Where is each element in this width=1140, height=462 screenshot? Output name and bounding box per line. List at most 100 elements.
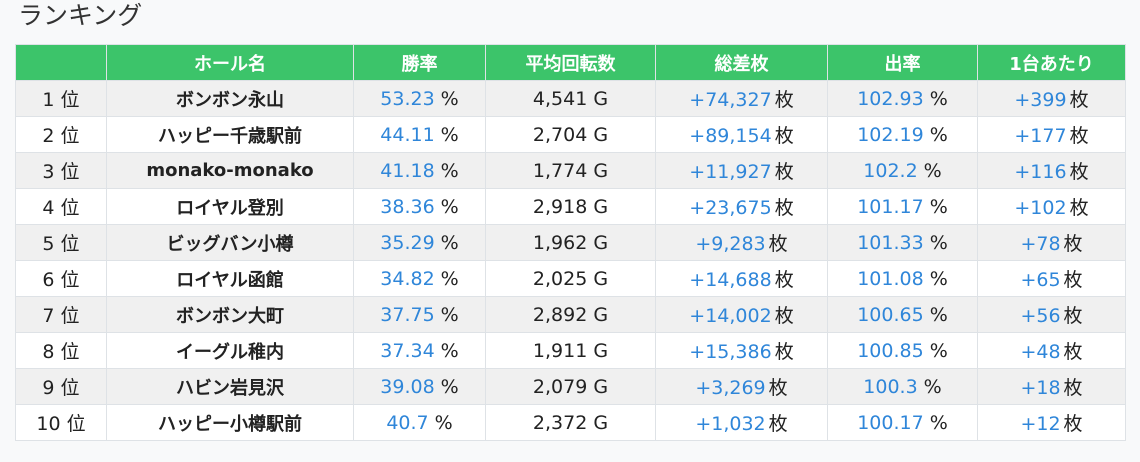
hall-name-cell: ボンボン大町	[106, 296, 354, 333]
coins-unit: 枚	[774, 269, 794, 291]
payout-value: 101.17	[857, 195, 924, 218]
coins-unit: 枚	[1069, 125, 1089, 147]
payout-cell: 102.93%	[827, 80, 978, 117]
per-machine-cell: +56 枚	[977, 296, 1126, 333]
table-row: 4 位ロイヤル登別 38.36% 2,918 G +23,675 枚 101.17% +102…	[15, 188, 1126, 225]
total-diff-cell: +1,032 枚	[655, 404, 828, 441]
win-rate-value: 37.75	[380, 303, 435, 326]
table-row: 1 位ボンボン永山 53.23% 4,541 G +74,327 枚 102.93% +399…	[15, 80, 1126, 117]
percent-unit: %	[929, 267, 948, 290]
total-diff-value: +14,002	[689, 305, 772, 327]
win-rate-cell: 35.29%	[353, 224, 486, 261]
total-diff-cell: +9,283 枚	[655, 224, 828, 261]
total-diff-cell: +14,688 枚	[655, 260, 828, 297]
coins-unit: 枚	[768, 233, 788, 255]
hall-name: ボンボン大町	[176, 305, 284, 327]
coins-unit: 枚	[1063, 341, 1083, 363]
header-per-machine: 1台あたり	[977, 44, 1126, 81]
win-rate-value: 44.11	[380, 123, 435, 146]
percent-unit: %	[929, 303, 948, 326]
spins-unit: G	[593, 375, 609, 398]
hall-name-cell: monako-monako	[106, 152, 354, 189]
total-diff-value: +89,154	[689, 125, 772, 147]
avg-spins-value: 1,962	[532, 231, 588, 254]
total-diff-value: +15,386	[689, 341, 772, 363]
per-machine-cell: +78 枚	[977, 224, 1126, 261]
per-machine-cell: +102 枚	[977, 188, 1126, 225]
hall-name: ボンボン永山	[176, 89, 284, 111]
per-machine-cell: +18 枚	[977, 368, 1126, 405]
per-machine-cell: +177 枚	[977, 116, 1126, 153]
avg-spins-value: 2,918	[532, 195, 588, 218]
per-machine-cell: +65 枚	[977, 260, 1126, 297]
total-diff-value: +1,032	[695, 413, 766, 435]
avg-spins-value: 1,911	[532, 339, 588, 362]
rank-label: 2 位	[42, 125, 80, 147]
win-rate-value: 38.36	[380, 195, 435, 218]
avg-spins-cell: 2,079 G	[485, 368, 656, 405]
rank-label: 5 位	[42, 233, 80, 255]
percent-unit: %	[440, 375, 459, 398]
total-diff-cell: +23,675 枚	[655, 188, 828, 225]
hall-name: ビッグバン小樽	[166, 233, 294, 255]
win-rate-value: 37.34	[380, 339, 435, 362]
total-diff-value: +14,688	[689, 269, 772, 291]
avg-spins-cell: 2,892 G	[485, 296, 656, 333]
total-diff-cell: +15,386 枚	[655, 332, 828, 369]
total-diff-value: +23,675	[689, 197, 772, 219]
coins-unit: 枚	[1063, 269, 1083, 291]
win-rate-value: 35.29	[380, 231, 435, 254]
win-rate-cell: 37.75%	[353, 296, 486, 333]
avg-spins-value: 2,704	[532, 123, 588, 146]
rank-cell: 4 位	[15, 188, 107, 225]
hall-name-cell: ハッピー小樽駅前	[106, 404, 354, 441]
per-machine-cell: +48 枚	[977, 332, 1126, 369]
percent-unit: %	[440, 159, 459, 182]
percent-unit: %	[929, 87, 948, 110]
per-machine-cell: +12 枚	[977, 404, 1126, 441]
total-diff-value: +74,327	[689, 89, 772, 111]
total-diff-cell: +89,154 枚	[655, 116, 828, 153]
total-diff-value: +3,269	[695, 377, 766, 399]
coins-unit: 枚	[774, 305, 794, 327]
hall-name: イーグル稚内	[176, 341, 284, 363]
payout-cell: 101.08%	[827, 260, 978, 297]
win-rate-value: 53.23	[380, 87, 435, 110]
payout-value: 100.3	[863, 375, 918, 398]
coins-unit: 枚	[1063, 305, 1083, 327]
coins-unit: 枚	[774, 89, 794, 111]
hall-name: ロイヤル函館	[176, 269, 284, 291]
payout-cell: 100.85%	[827, 332, 978, 369]
percent-unit: %	[440, 87, 459, 110]
per-machine-value: +177	[1014, 125, 1067, 147]
hall-name: ハッピー小樽駅前	[158, 413, 302, 435]
percent-unit: %	[440, 267, 459, 290]
win-rate-cell: 39.08%	[353, 368, 486, 405]
avg-spins-cell: 4,541 G	[485, 80, 656, 117]
payout-cell: 101.17%	[827, 188, 978, 225]
coins-unit: 枚	[1063, 413, 1083, 435]
hall-name-cell: ビッグバン小樽	[106, 224, 354, 261]
rank-label: 3 位	[42, 161, 80, 183]
hall-name-cell: ロイヤル登別	[106, 188, 354, 225]
avg-spins-value: 2,372	[532, 411, 588, 434]
payout-cell: 102.19%	[827, 116, 978, 153]
coins-unit: 枚	[774, 161, 794, 183]
table-header-row: ホール名 勝率 平均回転数 総差枚 出率 1台あたり	[15, 44, 1126, 81]
win-rate-cell: 44.11%	[353, 116, 486, 153]
coins-unit: 枚	[1069, 161, 1089, 183]
win-rate-cell: 41.18%	[353, 152, 486, 189]
table-row: 9 位ハビン岩見沢 39.08% 2,079 G +3,269 枚 100.3% +18 枚	[15, 368, 1126, 405]
per-machine-value: +78	[1020, 233, 1061, 255]
per-machine-value: +18	[1020, 377, 1061, 399]
avg-spins-cell: 2,025 G	[485, 260, 656, 297]
avg-spins-value: 2,025	[532, 267, 588, 290]
total-diff-cell: +74,327 枚	[655, 80, 828, 117]
win-rate-value: 41.18	[380, 159, 435, 182]
rank-label: 7 位	[42, 305, 80, 327]
table-row: 10 位ハッピー小樽駅前 40.7% 2,372 G +1,032 枚 100.17% +12…	[15, 404, 1126, 441]
rank-cell: 8 位	[15, 332, 107, 369]
per-machine-value: +102	[1014, 197, 1067, 219]
percent-unit: %	[440, 339, 459, 362]
percent-unit: %	[929, 195, 948, 218]
